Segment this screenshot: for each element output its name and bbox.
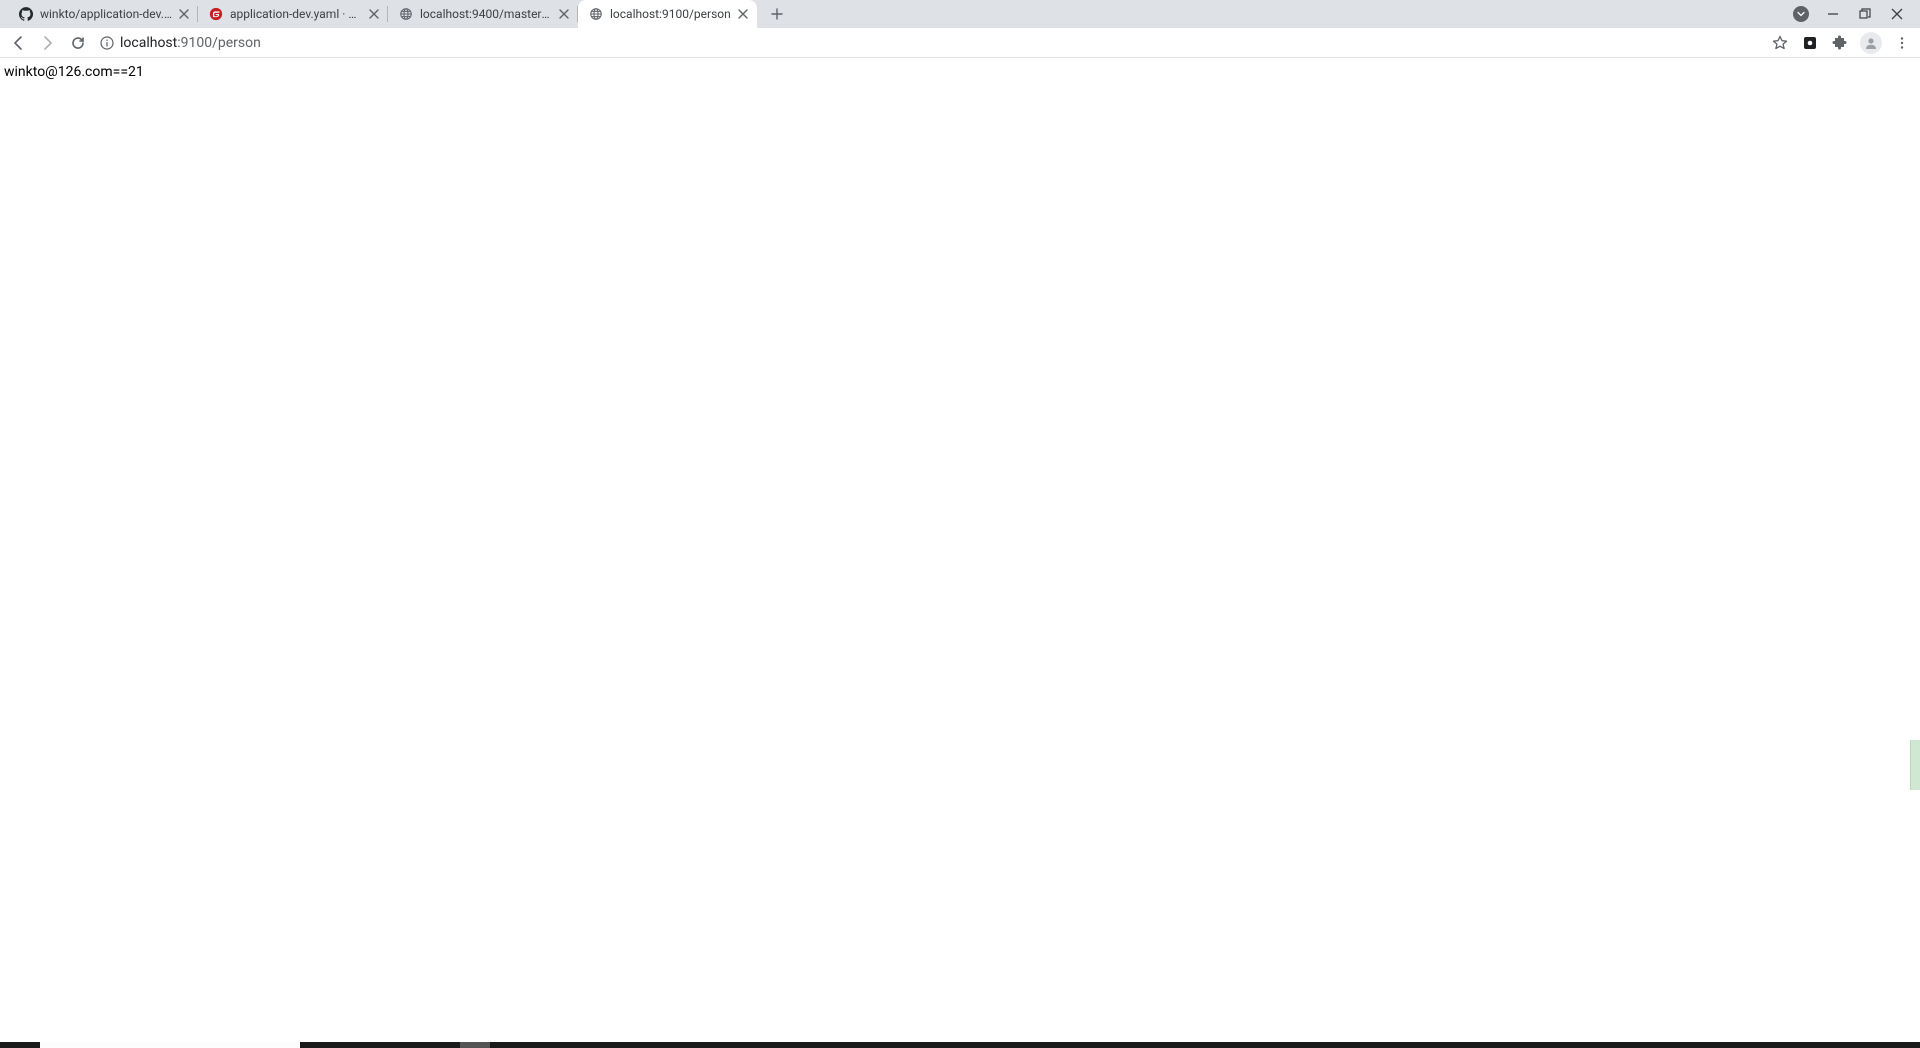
address-path: :9100/person <box>177 35 261 51</box>
side-decoration <box>1910 740 1920 790</box>
toolbar: localhost:9100/person <box>0 28 1920 58</box>
address-text: localhost:9100/person <box>120 35 261 51</box>
star-icon[interactable] <box>1770 33 1790 53</box>
address-bar[interactable]: localhost:9100/person <box>98 31 1752 55</box>
extensions-puzzle-icon[interactable] <box>1830 33 1850 53</box>
response-text: winkto@126.com==21 <box>4 64 144 80</box>
minimize-button[interactable] <box>1824 5 1842 23</box>
tab-2[interactable]: localhost:9400/master/applica <box>388 0 578 28</box>
maximize-button[interactable] <box>1856 5 1874 23</box>
tab-3-active[interactable]: localhost:9100/person <box>578 0 757 28</box>
close-icon[interactable] <box>176 6 192 22</box>
profile-avatar[interactable] <box>1860 32 1882 54</box>
github-icon <box>18 6 34 22</box>
forward-button[interactable] <box>38 33 58 53</box>
close-icon[interactable] <box>556 6 572 22</box>
tab-strip: winkto/application-dev.yaml a applicatio… <box>0 0 1920 28</box>
close-window-button[interactable] <box>1888 5 1906 23</box>
new-tab-button[interactable] <box>763 0 791 28</box>
extension-square-icon[interactable] <box>1800 33 1820 53</box>
info-icon[interactable] <box>98 34 116 52</box>
kebab-menu-icon[interactable] <box>1892 33 1912 53</box>
chevron-down-circle-icon[interactable] <box>1792 5 1810 23</box>
globe-icon <box>588 6 604 22</box>
tab-0[interactable]: winkto/application-dev.yaml a <box>8 0 198 28</box>
tab-title: localhost:9100/person <box>610 7 731 21</box>
window-controls <box>1778 0 1920 28</box>
tab-title: application-dev.yaml · winkto/ <box>230 7 362 21</box>
gitee-icon <box>208 6 224 22</box>
tab-title: winkto/application-dev.yaml a <box>40 7 172 21</box>
taskbar <box>0 1042 1920 1048</box>
tab-1[interactable]: application-dev.yaml · winkto/ <box>198 0 388 28</box>
address-host: localhost <box>120 35 177 51</box>
tab-title: localhost:9400/master/applica <box>420 7 552 21</box>
close-icon[interactable] <box>366 6 382 22</box>
back-button[interactable] <box>8 33 28 53</box>
page-content: winkto@126.com==21 <box>0 58 1920 87</box>
reload-button[interactable] <box>68 33 88 53</box>
close-icon[interactable] <box>735 6 751 22</box>
globe-icon <box>398 6 414 22</box>
toolbar-actions <box>1770 32 1912 54</box>
